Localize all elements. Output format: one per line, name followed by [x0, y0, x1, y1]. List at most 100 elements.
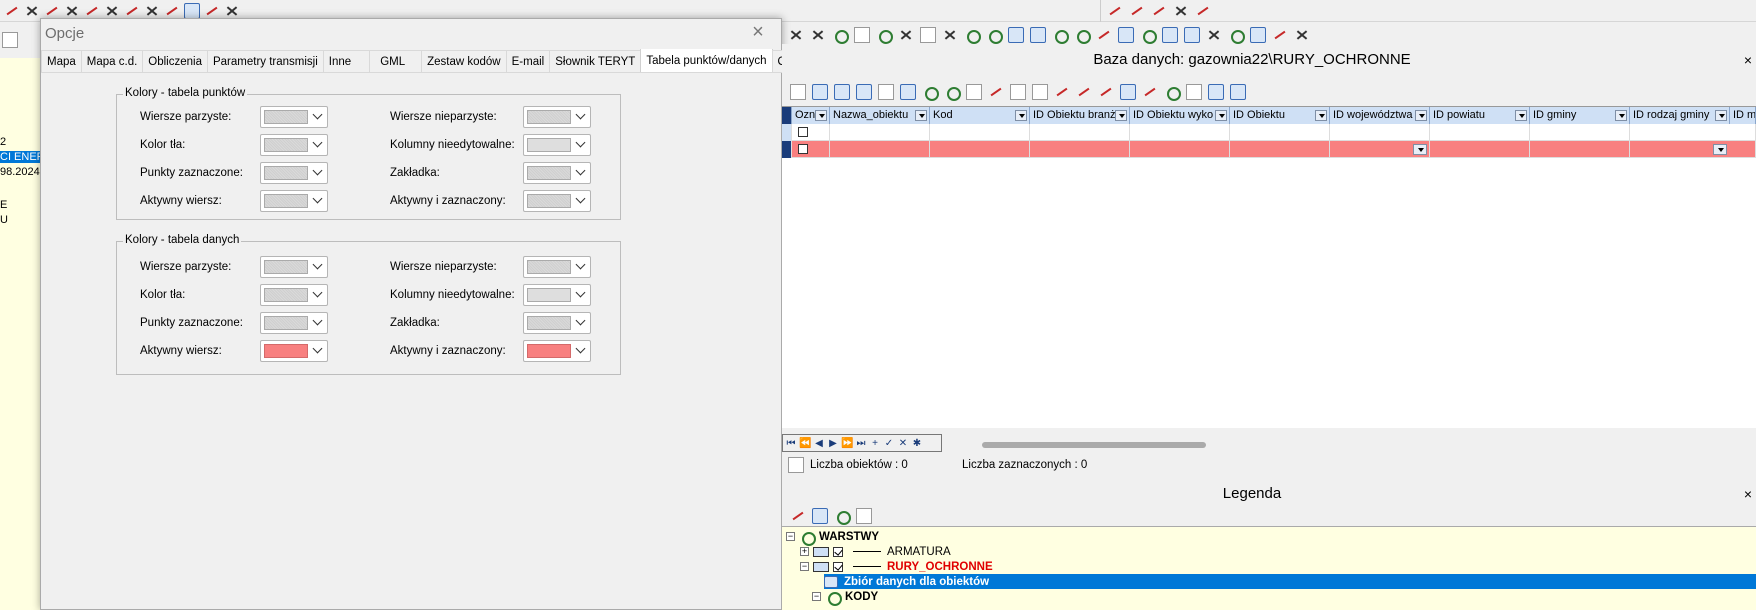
color-picker-even-rows[interactable]	[260, 256, 328, 278]
row-checkbox[interactable]	[798, 127, 808, 137]
chevron-down-icon[interactable]	[1315, 110, 1327, 121]
marker-icon[interactable]	[1096, 27, 1112, 43]
tab-zestaw-kodow[interactable]: Zestaw kodów	[421, 50, 507, 72]
close-icon[interactable]: ×	[1744, 486, 1752, 502]
column-header[interactable]: Nazwa_obiektu	[830, 107, 930, 124]
color-picker-even-rows[interactable]	[260, 106, 328, 128]
tab-inne[interactable]: Inne	[322, 50, 371, 72]
copy-icon[interactable]	[184, 2, 200, 19]
tab-tabela-punktow-danych[interactable]: Tabela punktów/danych	[640, 49, 773, 72]
extend-icon[interactable]	[1173, 3, 1189, 19]
import-icon[interactable]	[856, 84, 872, 100]
left-row-selected[interactable]: CI ENER	[0, 151, 45, 163]
edit-icon[interactable]	[854, 27, 870, 43]
add-record-icon[interactable]: +	[869, 438, 881, 449]
legend-layers-icon[interactable]	[812, 508, 828, 524]
arc-icon[interactable]	[104, 3, 120, 19]
tree-node-dataset[interactable]: Zbiór danych dla obiektów	[824, 574, 1756, 589]
report-icon[interactable]	[1076, 84, 1092, 100]
legend-refresh-icon[interactable]	[834, 508, 851, 525]
user-icon[interactable]	[1164, 84, 1181, 101]
pin-icon[interactable]	[1272, 27, 1288, 43]
color-picker-readonly-columns[interactable]	[523, 284, 591, 306]
color-picker-active-row[interactable]	[260, 190, 328, 212]
table-icon[interactable]	[834, 84, 850, 100]
export-icon[interactable]	[1206, 27, 1222, 43]
column-header[interactable]: ID województwa	[1330, 107, 1430, 124]
chevron-down-icon[interactable]	[1715, 110, 1727, 121]
tree-node-armatura[interactable]: + ARMATURA	[800, 544, 951, 559]
tab-mapa-cd[interactable]: Mapa c.d.	[80, 50, 144, 72]
break-icon[interactable]	[1151, 3, 1167, 19]
first-record-icon[interactable]: ⏮	[785, 438, 797, 449]
perpendicular-icon[interactable]	[24, 3, 40, 19]
point-icon[interactable]	[832, 27, 849, 44]
zoom-icon[interactable]	[1010, 84, 1026, 100]
db-icon[interactable]	[1120, 84, 1136, 100]
intersect-icon[interactable]	[788, 27, 804, 43]
chevron-down-icon[interactable]	[1015, 110, 1027, 121]
color-picker-tab[interactable]	[523, 312, 591, 334]
color-picker-background[interactable]	[260, 284, 328, 306]
scissors-icon[interactable]	[204, 3, 220, 19]
snap-icon[interactable]	[224, 3, 240, 19]
chevron-down-icon[interactable]	[1415, 110, 1427, 121]
table-row-active[interactable]	[782, 141, 1756, 158]
tab-obliczenia[interactable]: Obliczenia	[142, 50, 208, 72]
left-row[interactable]: 2	[0, 136, 6, 148]
tab-slownik-teryt[interactable]: Słownik TERYT	[549, 50, 642, 72]
text-icon[interactable]	[920, 27, 936, 43]
gml-icon[interactable]	[1142, 84, 1158, 100]
align-icon[interactable]	[898, 27, 914, 43]
next-record-icon[interactable]: ▶	[827, 438, 839, 449]
prev-record-icon[interactable]: ◀	[813, 438, 825, 449]
layer-visible-checkbox[interactable]	[833, 546, 843, 557]
chevron-down-icon[interactable]	[815, 110, 827, 121]
confirm-icon[interactable]: ✓	[883, 438, 895, 449]
chevron-down-icon[interactable]	[1413, 144, 1427, 155]
column-header[interactable]: Ozn	[792, 107, 830, 124]
column-header[interactable]: ID powiatu	[1430, 107, 1530, 124]
checkbox-icon[interactable]	[900, 84, 916, 100]
chevron-down-icon[interactable]	[1215, 110, 1227, 121]
tab-parametry-transmisji[interactable]: Parametry transmisji	[206, 50, 324, 72]
color-picker-selected-points[interactable]	[260, 312, 328, 334]
color-picker-active-and-selected[interactable]	[523, 340, 591, 362]
color-picker-tab[interactable]	[523, 162, 591, 184]
chevron-down-icon[interactable]	[915, 110, 927, 121]
filter-icon[interactable]	[878, 84, 894, 100]
diamond-icon[interactable]	[124, 3, 140, 19]
sail-icon[interactable]	[1184, 27, 1200, 43]
chevron-down-icon[interactable]	[1713, 144, 1727, 155]
tree-node-kody[interactable]: − KODY	[812, 589, 878, 606]
wms-icon[interactable]	[1008, 27, 1024, 43]
column-header[interactable]: ID Obiektu branż	[1030, 107, 1130, 124]
column-header[interactable]: ID gminy	[1530, 107, 1630, 124]
trim-icon[interactable]	[1195, 3, 1211, 19]
color-picker-active-row[interactable]	[260, 340, 328, 362]
tree-node-warstwy[interactable]: − WARSTWY	[786, 529, 879, 546]
cross-icon[interactable]	[84, 3, 100, 19]
collapse-icon[interactable]: −	[786, 532, 795, 541]
color-picker-odd-rows[interactable]	[523, 106, 591, 128]
globe-icon[interactable]	[1140, 27, 1157, 44]
color-picker-background[interactable]	[260, 134, 328, 156]
color-picker-readonly-columns[interactable]	[523, 134, 591, 156]
object-icon[interactable]	[1052, 27, 1069, 44]
column-header[interactable]: ID Obiektu	[1230, 107, 1330, 124]
slope-icon[interactable]	[964, 27, 981, 44]
column-header[interactable]: ID m	[1730, 107, 1756, 124]
sum-icon[interactable]	[1186, 84, 1202, 100]
chevron-down-icon[interactable]	[1115, 110, 1127, 121]
path-icon[interactable]	[986, 27, 1003, 44]
chevron-down-icon[interactable]	[1515, 110, 1527, 121]
list-icon[interactable]	[790, 84, 806, 100]
node-icon[interactable]	[144, 3, 160, 19]
search-icon[interactable]	[922, 84, 939, 101]
measure-icon[interactable]	[810, 27, 826, 43]
split-icon[interactable]	[1107, 3, 1123, 19]
settings-icon[interactable]	[1294, 27, 1310, 43]
legend-properties-icon[interactable]	[856, 508, 872, 524]
raster-icon[interactable]	[1162, 27, 1178, 43]
tab-gml[interactable]: GML	[369, 50, 423, 72]
